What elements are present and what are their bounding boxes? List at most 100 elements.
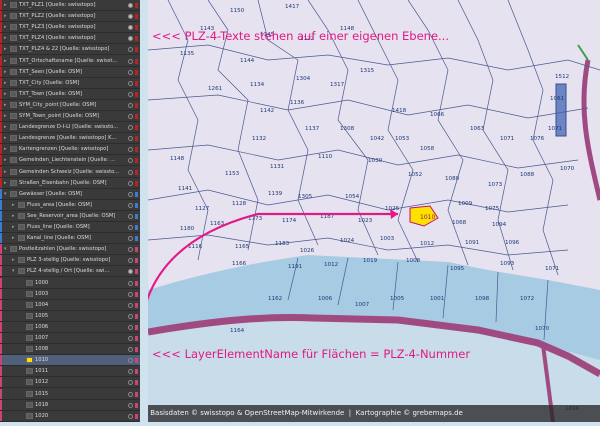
layer-target-icon[interactable] bbox=[128, 392, 133, 397]
layer-target-icon[interactable] bbox=[128, 181, 133, 186]
layer-row[interactable]: 1015 bbox=[0, 389, 140, 400]
layer-target-icon[interactable] bbox=[128, 281, 133, 286]
layer-expand-icon[interactable]: ▸ bbox=[12, 200, 15, 210]
layer-expand-icon[interactable]: ▸ bbox=[4, 178, 7, 188]
layer-row[interactable]: ▸SYM_City_point [Quelle: OSM] bbox=[0, 100, 140, 111]
layer-target-icon[interactable] bbox=[128, 358, 133, 363]
map-canvas[interactable]: 1010 11501417114311451135114411221148126… bbox=[148, 0, 600, 422]
layer-target-icon[interactable] bbox=[128, 3, 133, 8]
layer-target-icon[interactable] bbox=[128, 14, 133, 19]
layer-target-icon[interactable] bbox=[128, 314, 133, 319]
layer-row[interactable]: ▸TXT_PLZ1 [Quelle: swisstopo] bbox=[0, 0, 140, 11]
layer-expand-icon[interactable]: ▸ bbox=[4, 33, 7, 43]
layer-target-icon[interactable] bbox=[128, 170, 133, 175]
layer-row[interactable]: 1012 bbox=[0, 377, 140, 388]
layer-target-icon[interactable] bbox=[128, 403, 133, 408]
layer-row[interactable]: ▸Kartengrenzen [Quelle: swisstopo] bbox=[0, 144, 140, 155]
layer-expand-icon[interactable]: ▾ bbox=[4, 244, 7, 254]
layer-target-icon[interactable] bbox=[128, 214, 133, 219]
layer-row[interactable]: ▾Postleitzahlen [Quelle: swisstopo] bbox=[0, 244, 140, 255]
layer-expand-icon[interactable]: ▸ bbox=[4, 11, 7, 21]
layer-target-icon[interactable] bbox=[128, 347, 133, 352]
layer-expand-icon[interactable]: ▸ bbox=[4, 67, 7, 77]
layer-row[interactable]: 1004 bbox=[0, 300, 140, 311]
layer-target-icon[interactable] bbox=[128, 114, 133, 119]
layer-row[interactable]: 1010 bbox=[0, 355, 140, 366]
layer-target-icon[interactable] bbox=[128, 292, 133, 297]
layer-row[interactable]: ▸TXT_PLZ4 & 22 [Quelle: swisstopo] bbox=[0, 44, 140, 55]
layer-row[interactable]: 1008 bbox=[0, 344, 140, 355]
layer-expand-icon[interactable]: ▸ bbox=[4, 44, 7, 54]
layer-expand-icon[interactable]: ▸ bbox=[4, 133, 7, 143]
layer-expand-icon[interactable]: ▸ bbox=[4, 111, 7, 121]
layer-expand-icon[interactable]: ▸ bbox=[4, 167, 7, 177]
layer-row[interactable]: ▸TXT_PLZ4 [Quelle: swisstopo] bbox=[0, 33, 140, 44]
layer-expand-icon[interactable]: ▸ bbox=[4, 122, 7, 132]
layer-target-icon[interactable] bbox=[128, 136, 133, 141]
layer-row[interactable]: ▸Gemeinden_Liechtenstein [Quelle: ... bbox=[0, 155, 140, 166]
layer-row[interactable]: 1018 bbox=[0, 400, 140, 411]
layer-row[interactable]: ▸Kanal_line [Quelle: OSM] bbox=[0, 233, 140, 244]
layer-row[interactable]: ▸PLZ 3-stellig [Quelle: swisstopo] bbox=[0, 255, 140, 266]
layer-target-icon[interactable] bbox=[128, 258, 133, 263]
layer-target-icon[interactable] bbox=[128, 225, 133, 230]
layer-row[interactable]: ▸Fluss_line [Quelle: OSM] bbox=[0, 222, 140, 233]
layer-expand-icon[interactable]: ▾ bbox=[12, 266, 15, 276]
layer-row[interactable]: ▸Landesgrenze [Quelle: swisstopo] K... bbox=[0, 133, 140, 144]
layer-row[interactable]: 1000 bbox=[0, 278, 140, 289]
layer-row[interactable]: ▸Straßen_Eisenbahn [Quelle: OSM] bbox=[0, 178, 140, 189]
layer-row[interactable]: 1003 bbox=[0, 289, 140, 300]
layer-target-icon[interactable] bbox=[128, 103, 133, 108]
layer-row[interactable]: ▸TXT_Town [Quelle: OSM] bbox=[0, 89, 140, 100]
layer-target-icon[interactable] bbox=[128, 47, 133, 52]
layer-target-icon[interactable] bbox=[128, 59, 133, 64]
layer-target-icon[interactable] bbox=[128, 325, 133, 330]
layer-target-icon[interactable] bbox=[128, 158, 133, 163]
layer-expand-icon[interactable]: ▸ bbox=[4, 155, 7, 165]
layer-row[interactable]: 1005 bbox=[0, 311, 140, 322]
layer-expand-icon[interactable]: ▸ bbox=[4, 78, 7, 88]
layer-row[interactable]: ▾Gewässer [Quelle: OSM] bbox=[0, 189, 140, 200]
layer-row[interactable]: ▸SYM_Town_point [Quelle: OSM] bbox=[0, 111, 140, 122]
layer-row[interactable]: ▸Fluss_area [Quelle: OSM] bbox=[0, 200, 140, 211]
layer-target-icon[interactable] bbox=[128, 147, 133, 152]
layer-row[interactable]: ▸Gemeinden Schweiz [Quelle: swissto... bbox=[0, 167, 140, 178]
layer-expand-icon[interactable]: ▸ bbox=[4, 56, 7, 66]
layer-row[interactable]: ▸TXT_PLZ2 [Quelle: swisstopo] bbox=[0, 11, 140, 22]
layer-target-icon[interactable] bbox=[128, 92, 133, 97]
layer-target-icon[interactable] bbox=[128, 81, 133, 86]
layer-expand-icon[interactable]: ▸ bbox=[12, 255, 15, 265]
layer-target-icon[interactable] bbox=[128, 303, 133, 308]
layer-row[interactable]: 1006 bbox=[0, 322, 140, 333]
layer-target-icon[interactable] bbox=[128, 369, 133, 374]
layer-expand-icon[interactable]: ▾ bbox=[4, 189, 7, 199]
layer-row[interactable]: 1007 bbox=[0, 333, 140, 344]
layer-expand-icon[interactable]: ▸ bbox=[12, 211, 15, 221]
layer-expand-icon[interactable]: ▸ bbox=[4, 144, 7, 154]
layer-target-icon[interactable] bbox=[128, 25, 133, 30]
layer-expand-icon[interactable]: ▸ bbox=[4, 22, 7, 32]
layer-target-icon[interactable] bbox=[128, 414, 133, 419]
layer-row[interactable]: 1011 bbox=[0, 366, 140, 377]
layer-expand-icon[interactable]: ▸ bbox=[4, 0, 7, 10]
layer-row[interactable]: ▾PLZ 4-stellig / Ort [Quelle: swi... bbox=[0, 266, 140, 277]
layer-row[interactable]: ▸TXT_City [Quelle: OSM] bbox=[0, 78, 140, 89]
layer-target-icon[interactable] bbox=[128, 336, 133, 341]
layer-row[interactable]: ▸TXT_Ortschaftsname [Quelle: swisst... bbox=[0, 56, 140, 67]
layer-row[interactable]: ▸Landesgrenze D-I-LI [Quelle: swissto... bbox=[0, 122, 140, 133]
layer-target-icon[interactable] bbox=[128, 203, 133, 208]
layer-target-icon[interactable] bbox=[128, 125, 133, 130]
layer-target-icon[interactable] bbox=[128, 269, 133, 274]
layer-target-icon[interactable] bbox=[128, 247, 133, 252]
layer-expand-icon[interactable]: ▸ bbox=[4, 100, 7, 110]
layer-expand-icon[interactable]: ▸ bbox=[12, 222, 15, 232]
layer-expand-icon[interactable]: ▸ bbox=[12, 233, 15, 243]
layer-target-icon[interactable] bbox=[128, 236, 133, 241]
layer-row[interactable]: ▸See_Reservoir_area [Quelle: OSM] bbox=[0, 211, 140, 222]
layer-target-icon[interactable] bbox=[128, 70, 133, 75]
layer-row[interactable]: ▸TXT_PLZ3 [Quelle: swisstopo] bbox=[0, 22, 140, 33]
layer-expand-icon[interactable]: ▸ bbox=[4, 89, 7, 99]
layer-target-icon[interactable] bbox=[128, 380, 133, 385]
layer-target-icon[interactable] bbox=[128, 36, 133, 41]
layer-row[interactable]: 1020 bbox=[0, 411, 140, 422]
